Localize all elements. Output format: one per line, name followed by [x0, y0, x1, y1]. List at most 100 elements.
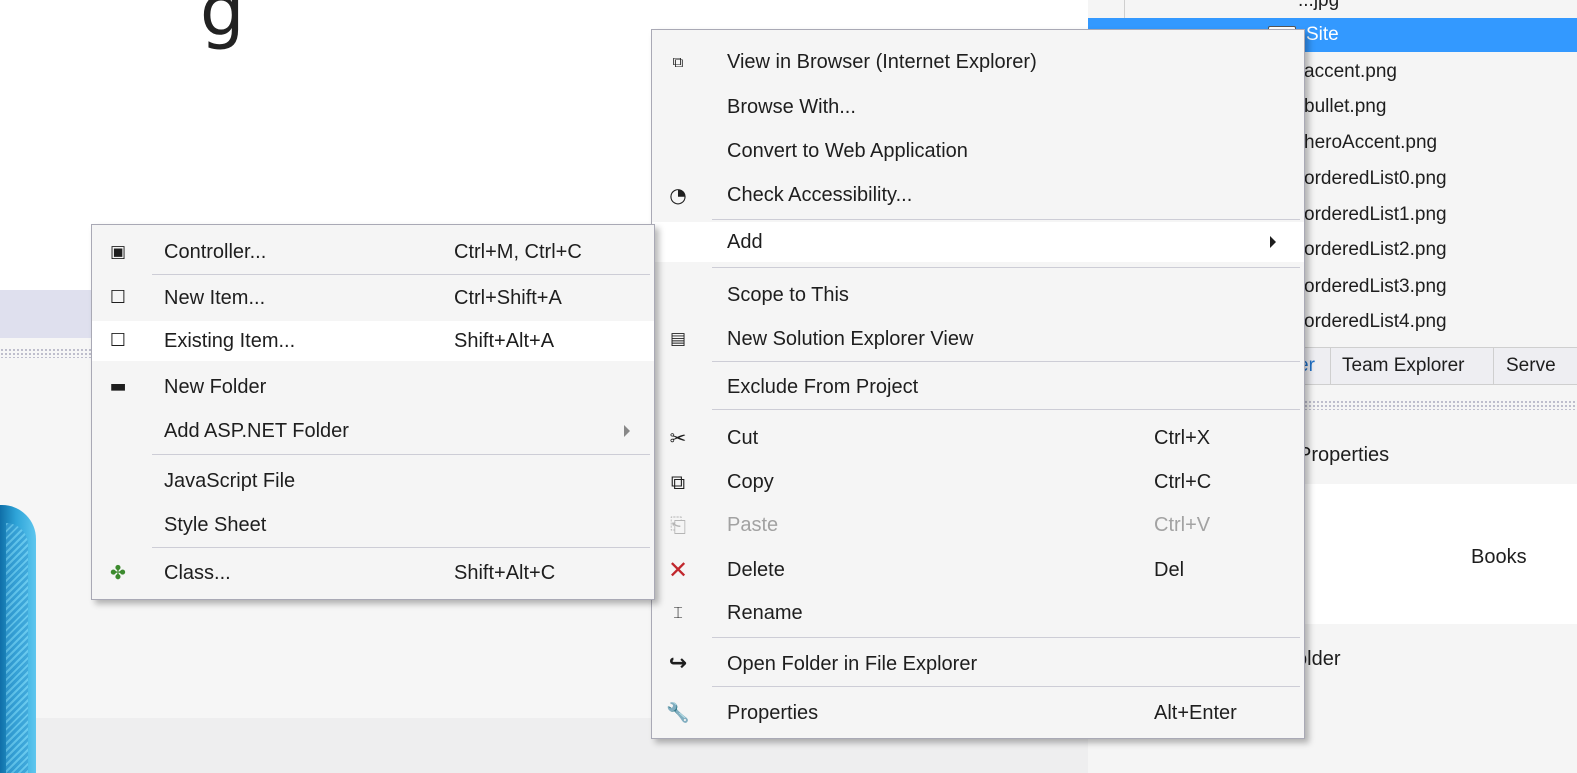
menu-item-label: Open Folder in File Explorer: [727, 653, 978, 675]
tree-item-label: orderedList4.png: [1304, 311, 1447, 332]
new-view-icon: ▤: [669, 329, 687, 349]
menu-item-add[interactable]: Add: [652, 222, 1304, 262]
menu-item-label: Delete: [727, 559, 785, 581]
menu-item-label: Browse With...: [727, 96, 856, 118]
menu-shortcut: Shift+Alt+A: [454, 330, 555, 352]
tree-item-label: bullet.png: [1304, 96, 1387, 117]
scissors-icon: ✂: [669, 426, 687, 450]
menu-separator: [152, 454, 650, 455]
submenu-item-new-folder[interactable]: ▬ New Folder: [92, 367, 654, 407]
menu-item-label: Convert to Web Application: [727, 140, 968, 162]
properties-title: Properties: [1298, 444, 1390, 466]
menu-item-label: Check Accessibility...: [727, 184, 913, 206]
submenu-arrow-icon: [624, 425, 630, 437]
menu-item-label: Copy: [727, 471, 774, 493]
tree-item-label: heroAccent.png: [1304, 132, 1438, 153]
tree-item-label: accent.png: [1304, 61, 1397, 82]
menu-separator: [152, 547, 650, 548]
menu-item-label: New Item...: [164, 287, 266, 309]
submenu-item-new-item[interactable]: ☐ New Item... Ctrl+Shift+A: [92, 278, 654, 318]
menu-shortcut: Alt+Enter: [1154, 702, 1237, 724]
submenu-item-style-sheet[interactable]: Style Sheet: [92, 505, 654, 545]
menu-item-label: Class...: [164, 562, 231, 584]
menu-item-browse-with[interactable]: Browse With...: [652, 87, 1304, 127]
menu-separator: [712, 409, 1300, 410]
menu-item-label: Add ASP.NET Folder: [164, 420, 349, 442]
tree-item-label: orderedList2.png: [1304, 239, 1447, 260]
tab-divider: [1330, 348, 1331, 384]
tab-divider: [1493, 348, 1494, 384]
menu-item-label: New Solution Explorer View: [727, 328, 974, 350]
slide-title-fragment: g: [200, 0, 245, 52]
menu-item-label: Scope to This: [727, 284, 849, 306]
menu-shortcut: Ctrl+Shift+A: [454, 287, 562, 309]
tab-server-explorer[interactable]: Serve: [1498, 348, 1564, 384]
menu-separator: [152, 274, 650, 275]
menu-item-label: Paste: [727, 514, 779, 536]
menu-separator: [712, 686, 1300, 687]
menu-item-label: JavaScript File: [164, 470, 296, 492]
tree-item-label: orderedList3.png: [1304, 276, 1447, 297]
menu-shortcut: Ctrl+M, Ctrl+C: [454, 241, 582, 263]
menu-item-cut[interactable]: ✂ Cut Ctrl+X: [652, 418, 1304, 458]
submenu-item-controller[interactable]: ▣ Controller... Ctrl+M, Ctrl+C: [92, 232, 654, 272]
menu-item-label: Existing Item...: [164, 330, 296, 352]
copy-icon: ⧉: [670, 470, 686, 494]
new-folder-icon: ▬: [109, 376, 127, 397]
menu-item-properties[interactable]: 🔧 Properties Alt+Enter: [652, 693, 1304, 733]
tree-item-label: orderedList0.png: [1304, 168, 1447, 189]
menu-item-label: Style Sheet: [164, 514, 267, 536]
menu-shortcut: Shift+Alt+C: [454, 562, 556, 584]
menu-shortcut: Ctrl+X: [1154, 427, 1211, 449]
menu-item-label: New Folder: [164, 376, 267, 398]
menu-shortcut: Ctrl+V: [1154, 514, 1211, 536]
menu-separator: [712, 637, 1300, 638]
context-menu: ⧉ View in Browser (Internet Explorer) Br…: [651, 29, 1305, 739]
menu-item-view-in-browser[interactable]: ⧉ View in Browser (Internet Explorer): [652, 42, 1304, 82]
submenu-item-add-aspnet-folder[interactable]: Add ASP.NET Folder: [92, 411, 654, 451]
submenu-item-existing-item[interactable]: ☐ Existing Item... Shift+Alt+A: [92, 321, 654, 361]
slide-accent-shape: [0, 505, 36, 773]
wrench-icon: 🔧: [666, 702, 690, 724]
menu-item-new-solution-view[interactable]: ▤ New Solution Explorer View: [652, 319, 1304, 359]
controller-icon: ▣: [109, 242, 127, 262]
existing-item-icon: ☐: [109, 330, 127, 351]
menu-item-label: Add: [727, 231, 763, 253]
submenu-arrow-icon: [1270, 236, 1276, 248]
menu-item-label: Controller...: [164, 241, 267, 263]
menu-item-delete[interactable]: ✕ Delete Del: [652, 550, 1304, 590]
accessibility-icon: ◔: [669, 183, 687, 207]
class-icon: ✤: [110, 562, 126, 584]
menu-item-label: Rename: [727, 602, 803, 624]
menu-item-label: Exclude From Project: [727, 376, 919, 398]
menu-item-exclude-from-project[interactable]: Exclude From Project: [652, 367, 1304, 407]
menu-item-rename[interactable]: ⌶ Rename: [652, 593, 1304, 633]
menu-item-scope-to-this[interactable]: Scope to This: [652, 275, 1304, 315]
rename-icon: ⌶: [673, 603, 683, 622]
browser-icon: ⧉: [672, 53, 684, 71]
menu-separator: [712, 361, 1300, 362]
add-submenu: ▣ Controller... Ctrl+M, Ctrl+C ☐ New Ite…: [91, 224, 655, 600]
property-value[interactable]: Books: [1471, 546, 1527, 569]
menu-item-open-folder[interactable]: ↪ Open Folder in File Explorer: [652, 644, 1304, 684]
menu-item-check-accessibility[interactable]: ◔ Check Accessibility...: [652, 175, 1304, 215]
delete-icon: ✕: [667, 556, 689, 584]
menu-item-label: Cut: [727, 427, 759, 449]
menu-item-copy[interactable]: ⧉ Copy Ctrl+C: [652, 462, 1304, 502]
menu-item-paste[interactable]: ⎗ Paste Ctrl+V: [652, 505, 1304, 545]
menu-item-convert-web-app[interactable]: Convert to Web Application: [652, 131, 1304, 171]
tab-team-explorer[interactable]: Team Explorer: [1334, 348, 1473, 384]
tree-item-partial[interactable]: ...jpg: [1298, 0, 1339, 12]
new-item-icon: ☐: [109, 287, 127, 308]
tree-item-label: orderedList1.png: [1304, 204, 1447, 225]
menu-item-label: View in Browser (Internet Explorer): [727, 51, 1037, 73]
submenu-item-class[interactable]: ✤ Class... Shift+Alt+C: [92, 553, 654, 593]
paste-icon: ⎗: [670, 513, 686, 537]
open-folder-arrow-icon: ↪: [668, 651, 688, 676]
menu-item-label: Properties: [727, 702, 819, 724]
menu-separator: [712, 267, 1300, 268]
submenu-item-javascript-file[interactable]: JavaScript File: [92, 461, 654, 501]
menu-shortcut: Ctrl+C: [1154, 471, 1212, 493]
tree-item-label: Site: [1306, 24, 1339, 45]
menu-separator: [712, 219, 1300, 220]
